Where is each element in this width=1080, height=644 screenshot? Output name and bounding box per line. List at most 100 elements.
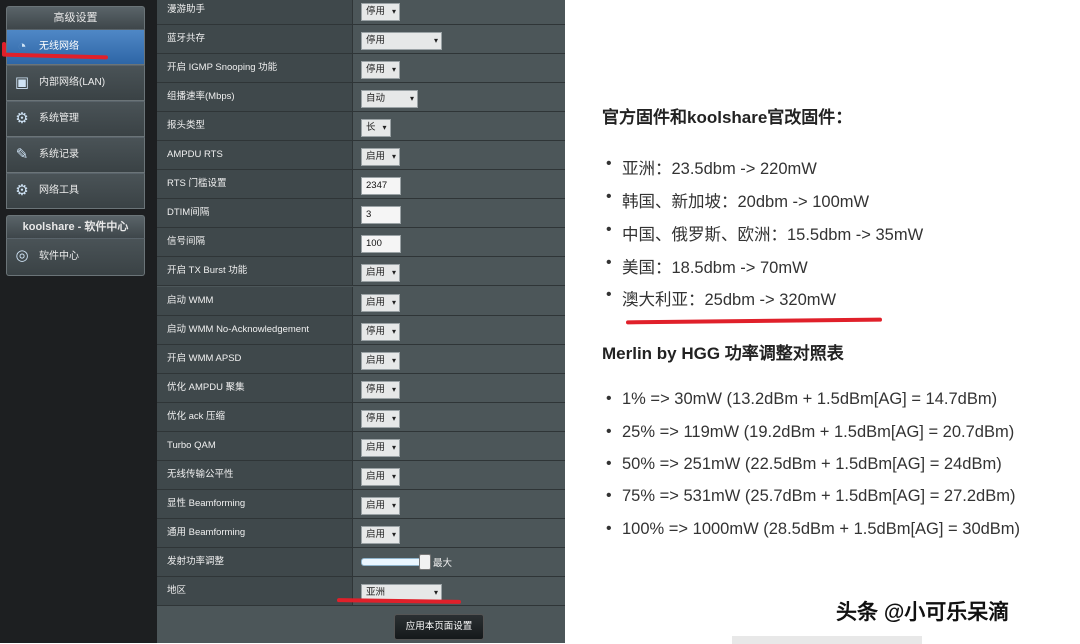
setting-label: Turbo QAM [157,431,353,460]
select-value: 停用 [366,35,386,47]
chevron-down-icon: ▾ [392,152,397,162]
sidebar-item-administration[interactable]: ⚙ 系统管理 [6,101,145,137]
setting-label: 开启 TX Burst 功能 [157,257,353,286]
setting-control: 启用 ▾ [361,437,401,457]
list-item-text: 美国：18.5dbm -> 70mW [622,259,808,277]
list-item: • 澳大利亚：25dbm -> 320mW [606,286,836,310]
setting-select[interactable]: 启用 ▾ [361,438,401,457]
setting-select[interactable]: 自动 ▾ [361,90,419,109]
setting-select[interactable]: 停用 ▾ [361,409,401,428]
setting-control: 启用 ▾ [361,146,401,167]
power-slider-value: 最大 [433,557,453,569]
setting-label: DTIM间隔 [157,199,353,228]
chevron-down-icon: ▾ [392,65,397,75]
chevron-down-icon: ▾ [392,413,397,423]
setting-control: 启用 ▾ [361,292,401,312]
setting-select[interactable]: 停用 ▾ [361,380,401,399]
sidebar-item-lan[interactable]: ▣ 内部网络(LAN) [6,65,145,101]
setting-select[interactable]: 启用 ▾ [361,496,401,515]
sidebar-item-software-center[interactable]: ◎ 软件中心 [6,238,145,276]
chevron-down-icon: ▾ [434,36,439,46]
setting-select[interactable]: 启用 ▾ [361,264,401,283]
watermark-text: 头条 @小可乐呆滴 [836,601,1010,624]
setting-select[interactable]: 启用 ▾ [361,525,401,544]
setting-select[interactable]: 启用 ▾ [361,351,401,370]
setting-control: 2347 [361,175,401,196]
sidebar: 高级设置 ◔ 无线网络 ▣ 内部网络(LAN) ⚙ 系统管理 ✎ 系统记录 ⚙ … [6,6,145,276]
tools-icon: ⚙ [15,182,29,199]
list-item-text: 韩国、新加坡：20dbm -> 100mW [622,193,870,211]
setting-select[interactable]: 长 ▾ [361,119,391,138]
select-value: 停用 [366,64,386,76]
setting-control: 3 [361,204,401,225]
setting-row: 显性 Beamforming 启用 ▾ [157,489,565,519]
setting-control: 启用 ▾ [361,466,401,486]
list-item: • 亚洲：23.5dbm -> 220mW [606,155,817,179]
setting-label: 漫游助手 [157,0,353,24]
setting-select[interactable]: 启用 ▾ [361,148,401,167]
setting-row: 开启 TX Burst 功能 启用 ▾ [157,257,565,287]
sidebar-item-network-tools[interactable]: ⚙ 网络工具 [6,173,145,209]
setting-label: 通用 Beamforming [157,518,353,547]
sidebar-item-system-log[interactable]: ✎ 系统记录 [6,137,145,173]
setting-control: 最大 [361,553,481,571]
apply-settings-button[interactable]: 应用本页面设置 [394,614,484,640]
setting-row: 开启 WMM APSD 启用 ▾ [157,344,565,374]
list-item-text: 1% => 30mW (13.2dBm + 1.5dBm[AG] = 14.7d… [622,390,998,408]
setting-control: 自动 ▾ [361,88,419,109]
router-admin-panel: 高级设置 ◔ 无线网络 ▣ 内部网络(LAN) ⚙ 系统管理 ✎ 系统记录 ⚙ … [0,0,565,643]
list-item-text: 75% => 531mW (25.7dBm + 1.5dBm[AG] = 27.… [622,487,1016,505]
setting-control: 停用 ▾ [361,59,401,80]
setting-select[interactable]: 停用 ▾ [361,322,401,341]
select-value: 启用 [366,528,386,540]
list-item: • 100% => 1000mW (28.5dBm + 1.5dBm[AG] = … [606,520,1021,539]
power-slider-handle[interactable] [419,553,431,570]
setting-select[interactable]: 启用 ▾ [361,467,401,486]
list-item-text: 25% => 119mW (19.2dBm + 1.5dBm[AG] = 20.… [622,423,1015,441]
setting-row: 优化 ack 压缩 停用 ▾ [157,402,565,432]
chevron-down-icon: ▾ [392,500,397,510]
select-value: 启用 [366,151,386,163]
chevron-down-icon: ▾ [392,7,397,16]
setting-label: 优化 ack 压缩 [157,402,353,431]
sidebar-software-section: koolshare - 软件中心 ◎ 软件中心 [6,215,145,276]
bullet-icon: • [606,188,612,205]
setting-select[interactable]: 停用 ▾ [361,3,401,21]
setting-control: 亚洲 ▾ [361,582,443,602]
article: 官方固件和koolshare官改固件： • 亚洲：23.5dbm -> 220mW •… [600,0,1080,643]
setting-select[interactable]: 停用 ▾ [361,61,401,80]
setting-row: 启动 WMM No-Acknowledgement 停用 ▾ [157,315,565,345]
setting-row: 蓝牙共存 停用 ▾ [157,25,565,55]
setting-select[interactable]: 启用 ▾ [361,293,401,312]
setting-row: 无线传输公平性 启用 ▾ [157,460,565,490]
sidebar-section-advanced-title: 高级设置 [6,6,145,29]
heading-merlin-table-text: Merlin by HGG 功率调整对照表 [602,344,844,363]
chevron-down-icon: ▾ [382,123,387,133]
setting-row: 开启 IGMP Snooping 功能 停用 ▾ [157,54,565,84]
setting-text-input[interactable]: 2347 [361,177,401,196]
setting-row: DTIM间隔 3 [157,199,565,229]
bullet-icon: • [606,455,612,472]
sidebar-item-wireless[interactable]: ◔ 无线网络 [6,29,145,65]
setting-label: 优化 AMPDU 聚集 [157,373,353,402]
list-item-text: 100% => 1000mW (28.5dBm + 1.5dBm[AG] = 3… [622,520,1021,538]
setting-label: 启动 WMM No-Acknowledgement [157,315,353,344]
bullet-icon: • [606,520,612,537]
setting-row: 报头类型长 ▾ [157,112,565,142]
setting-label: 信号间隔 [157,228,353,257]
list-item: • 1% => 30mW (13.2dBm + 1.5dBm[AG] = 14.7… [606,390,998,409]
setting-select[interactable]: 停用 ▾ [361,32,443,51]
bullet-icon: • [606,487,612,504]
setting-control: 停用 ▾ [361,408,401,428]
setting-control: 启用 ▾ [361,262,401,283]
chevron-down-icon: ▾ [392,355,397,365]
setting-row: 通用 Beamforming 启用 ▾ [157,518,565,548]
setting-text-input[interactable]: 100 [361,235,401,254]
setting-row: AMPDU RTS 启用 ▾ [157,141,565,171]
select-value: 停用 [366,412,386,424]
setting-control: 100 [361,233,401,254]
setting-label: AMPDU RTS [157,141,353,170]
setting-text-input[interactable]: 3 [361,206,401,225]
list-item-text: 中国、俄罗斯、欧洲：15.5dbm -> 35mW [622,226,924,244]
setting-row: 漫游助手 停用 ▾ [157,0,565,25]
